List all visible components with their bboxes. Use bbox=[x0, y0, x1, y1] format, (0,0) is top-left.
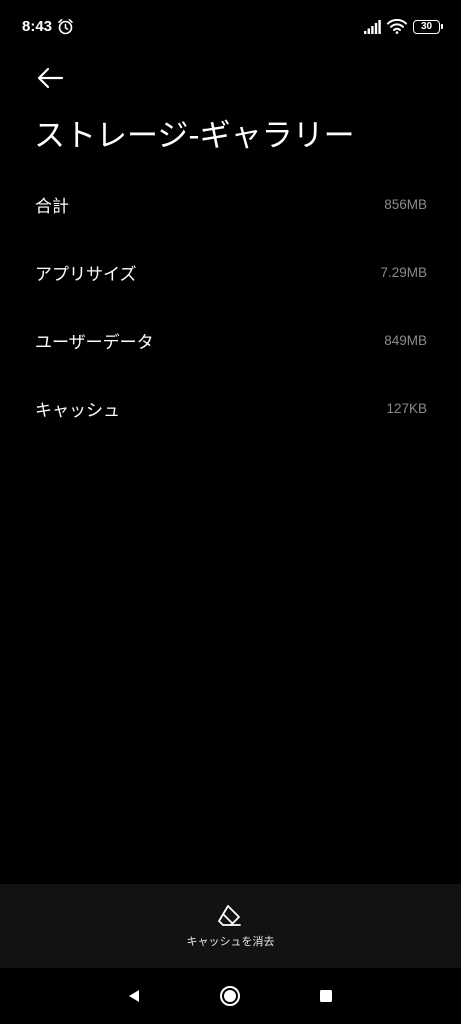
storage-value: 849MB bbox=[384, 332, 427, 348]
storage-label: ユーザーデータ bbox=[35, 332, 154, 353]
storage-row-user-data: ユーザーデータ 849MB bbox=[0, 306, 461, 374]
bottom-action-bar: キャッシュを消去 bbox=[0, 884, 461, 968]
storage-value: 856MB bbox=[384, 196, 427, 212]
page-title: ストレージ-ギャラリー bbox=[34, 118, 355, 154]
status-time: 8:43 bbox=[22, 18, 53, 35]
signal-icon bbox=[364, 20, 381, 34]
storage-label: 合計 bbox=[35, 196, 69, 217]
nav-recents-icon bbox=[320, 990, 332, 1002]
battery-icon: 30 bbox=[413, 20, 443, 34]
storage-value: 7.29MB bbox=[380, 264, 427, 280]
storage-row-total: 合計 856MB bbox=[0, 170, 461, 238]
storage-row-app-size: アプリサイズ 7.29MB bbox=[0, 238, 461, 306]
storage-list: 合計 856MB アプリサイズ 7.29MB ユーザーデータ 849MB キャッ… bbox=[0, 170, 461, 442]
alarm-icon bbox=[58, 19, 73, 35]
storage-row-cache: キャッシュ 127KB bbox=[0, 374, 461, 442]
battery-level: 30 bbox=[420, 21, 433, 32]
nav-back-icon bbox=[129, 990, 139, 1002]
status-bar: 8:43 30 bbox=[0, 0, 461, 56]
clear-cache-label: キャッシュを消去 bbox=[186, 935, 275, 948]
storage-label: アプリサイズ bbox=[35, 264, 137, 285]
nav-home-button[interactable] bbox=[218, 984, 242, 1008]
back-button[interactable] bbox=[32, 62, 68, 94]
nav-back-button[interactable] bbox=[122, 984, 146, 1008]
storage-value: 127KB bbox=[386, 400, 427, 416]
storage-label: キャッシュ bbox=[35, 400, 120, 421]
navigation-bar bbox=[0, 968, 461, 1024]
eraser-icon bbox=[218, 905, 241, 926]
arrow-left-icon bbox=[37, 67, 64, 89]
clear-cache-button[interactable]: キャッシュを消去 bbox=[170, 898, 291, 954]
nav-recents-button[interactable] bbox=[314, 984, 338, 1008]
nav-home-icon bbox=[220, 986, 240, 1006]
wifi-icon bbox=[387, 18, 407, 34]
